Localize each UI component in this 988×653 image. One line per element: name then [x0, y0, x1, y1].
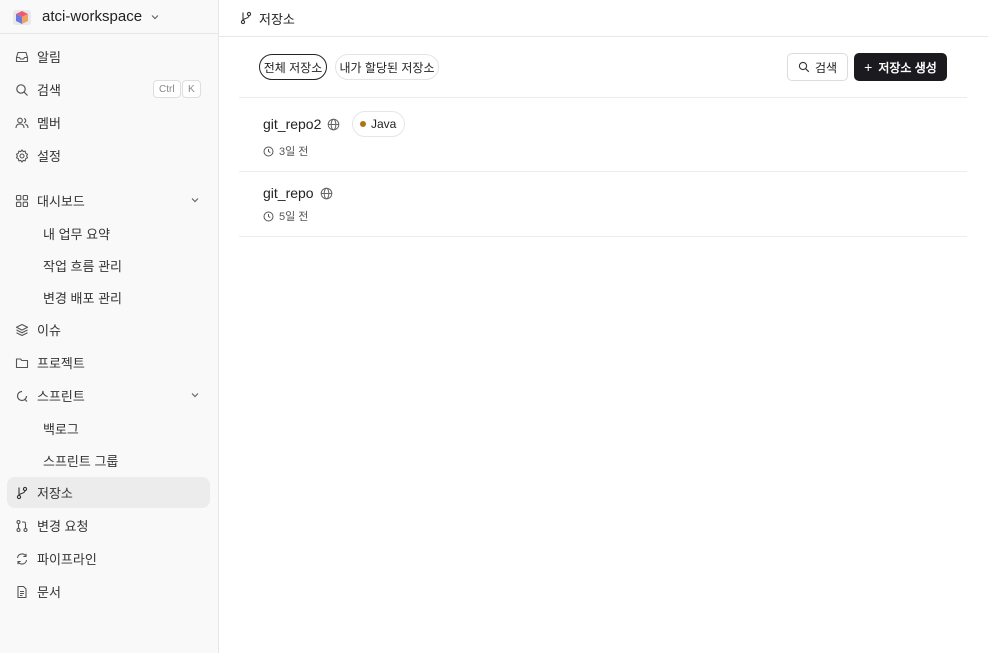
git-branch-icon — [239, 11, 253, 25]
sidebar-subitem-workflow-management[interactable]: 작업 흐름 관리 — [43, 254, 122, 276]
document-icon — [15, 585, 29, 599]
sidebar-item-settings[interactable]: 설정 — [7, 140, 210, 171]
sidebar-item-search[interactable]: 검색 Ctrl K — [7, 74, 210, 105]
sidebar-item-label: 프로젝트 — [37, 356, 85, 371]
repo-updated-time: 5일 전 — [263, 208, 308, 224]
workspace-switcher[interactable]: atci-workspace — [0, 0, 218, 34]
shortcut-k-key: K — [182, 80, 201, 98]
chevron-down-icon[interactable] — [190, 195, 200, 205]
sidebar-subitem-my-work-summary[interactable]: 내 업무 요약 — [43, 222, 110, 244]
sidebar-item-change-requests[interactable]: 변경 요청 — [7, 510, 210, 541]
divider — [239, 236, 967, 237]
sidebar-item-label: 저장소 — [37, 486, 73, 501]
sidebar-item-notifications[interactable]: 알림 — [7, 41, 210, 72]
chevron-down-icon — [151, 14, 159, 19]
language-badge: Java — [352, 111, 406, 137]
page-title: 저장소 — [259, 11, 295, 27]
sidebar-subitem-sprint-groups[interactable]: 스프린트 그룹 — [43, 449, 118, 471]
divider — [239, 97, 967, 98]
sidebar-item-members[interactable]: 멤버 — [7, 107, 210, 138]
create-button-label: 저장소 생성 — [878, 60, 937, 75]
git-pull-request-icon — [15, 519, 29, 533]
tab-assigned-repositories[interactable]: 내가 할당된 저장소 — [335, 54, 439, 80]
tab-all-repositories[interactable]: 전체 저장소 — [259, 54, 327, 80]
sidebar-item-label: 대시보드 — [37, 194, 85, 209]
globe-icon — [328, 118, 340, 130]
inbox-icon — [15, 50, 29, 64]
sidebar-item-repositories[interactable]: 저장소 — [7, 477, 210, 508]
sidebar-subitem-backlog[interactable]: 백로그 — [43, 417, 79, 439]
plus-icon: + — [864, 59, 873, 75]
sidebar-item-pipelines[interactable]: 파이프라인 — [7, 543, 210, 574]
sidebar-item-label: 문서 — [37, 585, 61, 600]
repo-updated-text: 3일 전 — [279, 146, 309, 158]
sidebar-item-label: 파이프라인 — [37, 552, 97, 567]
clock-icon — [263, 146, 274, 156]
folder-icon — [15, 356, 29, 370]
sidebar-item-docs[interactable]: 문서 — [7, 576, 210, 607]
search-icon — [798, 61, 810, 73]
layers-icon — [15, 323, 29, 337]
repo-name-link[interactable]: git_repo2 — [263, 116, 340, 132]
repo-name-link[interactable]: git_repo — [263, 185, 333, 201]
divider — [239, 171, 967, 172]
create-repository-button[interactable]: + 저장소 생성 — [854, 53, 947, 81]
repo-name: git_repo — [263, 185, 314, 201]
refresh-cycle-icon — [15, 552, 29, 566]
sidebar-item-issues[interactable]: 이슈 — [7, 314, 210, 345]
search-button[interactable]: 검색 — [787, 53, 848, 81]
language-color-dot — [360, 121, 366, 127]
sidebar-item-projects[interactable]: 프로젝트 — [7, 347, 210, 378]
clock-icon — [263, 211, 274, 221]
users-icon — [15, 116, 29, 130]
workspace-logo-icon — [13, 9, 31, 25]
shortcut-ctrl-key: Ctrl — [153, 80, 181, 98]
chevron-down-icon[interactable] — [190, 390, 200, 400]
repo-updated-time: 3일 전 — [263, 143, 308, 159]
sidebar-item-label: 설정 — [37, 149, 61, 164]
sidebar-item-label: 이슈 — [37, 323, 61, 338]
git-branch-icon — [15, 486, 29, 500]
sidebar-item-sprints[interactable]: 스프린트 — [7, 380, 210, 411]
sidebar-item-label: 알림 — [37, 50, 61, 65]
sidebar-item-label: 스프린트 — [37, 389, 85, 404]
workspace-name: atci-workspace — [42, 8, 143, 25]
page-header: 저장소 — [219, 0, 988, 37]
sprint-cycle-icon — [15, 389, 29, 403]
language-name: Java — [371, 117, 397, 131]
globe-icon — [320, 187, 332, 199]
sidebar-item-label: 멤버 — [37, 116, 61, 131]
repo-name: git_repo2 — [263, 116, 322, 132]
sidebar-item-dashboard[interactable]: 대시보드 — [7, 185, 210, 216]
search-button-label: 검색 — [814, 60, 838, 75]
sidebar: atci-workspace 알림 검색 Ctrl K 멤버 설정 대시보드 내… — [0, 0, 219, 653]
gear-icon — [15, 148, 29, 163]
repo-updated-text: 5일 전 — [279, 211, 309, 223]
grid-icon — [15, 194, 29, 208]
sidebar-item-label: 검색 — [37, 83, 61, 98]
sidebar-subitem-deployment-management[interactable]: 변경 배포 관리 — [43, 286, 122, 308]
sidebar-item-label: 변경 요청 — [37, 519, 89, 534]
search-icon — [15, 83, 29, 97]
